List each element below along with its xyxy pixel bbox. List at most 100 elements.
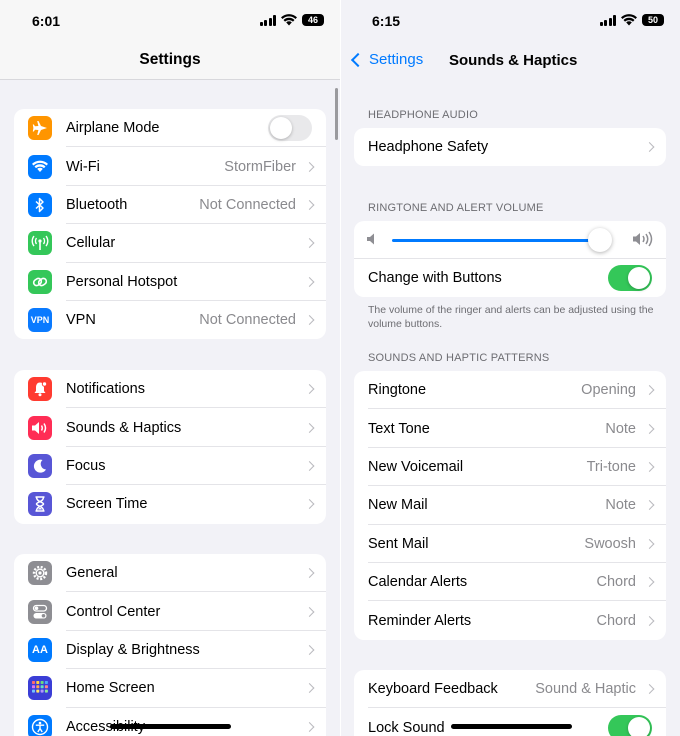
switches-icon	[28, 599, 52, 624]
row-value: Sound & Haptic	[535, 681, 636, 698]
settings-row-general[interactable]: General	[14, 554, 326, 593]
section-header-ringtone: RINGTONE AND ALERT VOLUME	[368, 202, 544, 214]
lock-sound-toggle[interactable]	[608, 714, 652, 736]
battery-icon: 50	[642, 14, 664, 26]
wifi-icon	[28, 154, 52, 179]
bell-icon	[28, 377, 52, 402]
settings-row-focus[interactable]: Focus	[14, 447, 326, 486]
bluetooth-icon	[28, 192, 52, 217]
vpn-icon: VPN	[28, 308, 52, 333]
row-value: Note	[605, 497, 636, 514]
settings-row-display-brightness[interactable]: AA Display & Brightness	[14, 631, 326, 670]
chevron-right-icon	[304, 683, 315, 694]
chevron-right-icon	[304, 422, 315, 433]
row-label: VPN	[66, 312, 96, 329]
moon-icon	[28, 453, 52, 478]
row-label: Home Screen	[66, 680, 155, 697]
row-value: Swoosh	[584, 535, 636, 552]
chevron-right-icon	[644, 462, 655, 472]
scroll-indicator[interactable]	[335, 88, 338, 140]
pattern-row-ringtone[interactable]: Ringtone Opening	[354, 371, 666, 410]
back-button[interactable]: Settings	[349, 51, 423, 68]
row-label: Change with Buttons	[368, 270, 502, 287]
lock-sound-row: Lock Sound	[354, 708, 666, 736]
row-label: Ringtone	[368, 382, 427, 399]
row-value: Not Connected	[199, 196, 296, 213]
home-indicator[interactable]	[110, 724, 231, 729]
chevron-right-icon	[644, 615, 655, 626]
row-value: Note	[605, 420, 636, 437]
settings-row-notifications[interactable]: Notifications	[14, 370, 326, 409]
wifi-status-icon	[281, 14, 297, 26]
row-label: Personal Hotspot	[66, 273, 178, 290]
settings-row-bluetooth[interactable]: Bluetooth Not Connected	[14, 186, 326, 225]
airplane-icon	[28, 116, 52, 141]
section-header-patterns: SOUNDS AND HAPTIC PATTERNS	[368, 352, 550, 364]
chevron-right-icon	[644, 385, 655, 396]
volume-slider[interactable]	[354, 221, 666, 259]
slider-knob[interactable]	[588, 228, 613, 252]
settings-row-accessibility[interactable]: Accessibility	[14, 708, 326, 736]
row-label: Notifications	[66, 381, 145, 398]
settings-row-airplane-mode[interactable]: Airplane Mode	[14, 109, 326, 148]
headphone-group: Headphone Safety	[354, 128, 666, 167]
chevron-right-icon	[644, 684, 655, 695]
chevron-right-icon	[304, 200, 315, 210]
row-label: Keyboard Feedback	[368, 681, 498, 698]
settings-row-screen-time[interactable]: Screen Time	[14, 485, 326, 523]
row-label: Display & Brightness	[66, 641, 200, 658]
status-bar: 6:15 50	[341, 0, 680, 42]
chevron-right-icon	[304, 238, 315, 249]
row-label: Sounds & Haptics	[66, 419, 182, 436]
pattern-row-reminder-alerts[interactable]: Reminder Alerts Chord	[354, 601, 666, 639]
slider-track[interactable]	[392, 239, 601, 242]
pattern-row-new-mail[interactable]: New Mail Note	[354, 486, 666, 525]
chevron-right-icon	[644, 500, 655, 511]
back-label: Settings	[369, 51, 424, 68]
notifications-group: Notifications Sounds & Haptics Focus Screen…	[14, 370, 326, 524]
row-label: Text Tone	[368, 420, 430, 437]
speaker-low-icon	[367, 233, 374, 245]
general-group: General Control Center AA Display & Brightn…	[14, 554, 326, 736]
row-label: Calendar Alerts	[368, 574, 468, 591]
row-value: Chord	[596, 612, 637, 629]
settings-row-home-screen[interactable]: Home Screen	[14, 669, 326, 708]
settings-row-cellular[interactable]: Cellular	[14, 224, 326, 263]
status-bar: 6:01 46	[0, 0, 340, 42]
keyboard-feedback-row[interactable]: Keyboard Feedback Sound & Haptic	[354, 670, 666, 709]
text-size-icon: AA	[28, 637, 52, 662]
change-with-buttons-toggle[interactable]	[608, 265, 652, 292]
status-icons: 46	[259, 14, 324, 26]
row-label: Cellular	[66, 235, 116, 252]
chevron-right-icon	[304, 315, 315, 326]
settings-row-wi-fi[interactable]: Wi-Fi StormFiber	[14, 147, 326, 186]
chevron-right-icon	[304, 645, 315, 655]
settings-row-vpn[interactable]: VPN VPN Not Connected	[14, 301, 326, 339]
settings-screen: 6:01 46 Settings Airplane Mode Wi-Fi Storm…	[0, 0, 340, 736]
home-indicator[interactable]	[451, 724, 572, 729]
cellular-signal-icon	[599, 14, 616, 26]
airplane-mode-toggle[interactable]	[268, 115, 312, 142]
settings-row-personal-hotspot[interactable]: Personal Hotspot	[14, 263, 326, 301]
settings-row-sounds-haptics[interactable]: Sounds & Haptics	[14, 408, 326, 447]
row-label: Screen Time	[66, 496, 148, 513]
headphone-safety-row[interactable]: Headphone Safety	[354, 128, 666, 166]
connectivity-group: Airplane Mode Wi-Fi StormFiber Bluetooth Not…	[14, 109, 326, 340]
accessibility-icon	[28, 714, 52, 736]
page-title: Sounds & Haptics	[449, 52, 578, 69]
chevron-right-icon	[304, 499, 315, 510]
settings-row-control-center[interactable]: Control Center	[14, 592, 326, 631]
battery-icon: 46	[302, 14, 324, 26]
row-value: StormFiber	[224, 158, 296, 175]
pattern-row-sent-mail[interactable]: Sent Mail Swoosh	[354, 525, 666, 563]
row-label: Lock Sound	[368, 719, 445, 736]
row-label: Sent Mail	[368, 535, 429, 552]
status-time: 6:15	[372, 13, 401, 29]
pattern-row-text-tone[interactable]: Text Tone Note	[354, 409, 666, 448]
pattern-row-calendar-alerts[interactable]: Calendar Alerts Chord	[354, 563, 666, 602]
row-label: New Mail	[368, 497, 428, 514]
gear-icon	[28, 561, 52, 586]
volume-group: Change with Buttons	[354, 221, 666, 298]
change-with-buttons-row: Change with Buttons	[354, 259, 666, 297]
pattern-row-new-voicemail[interactable]: New Voicemail Tri-tone	[354, 448, 666, 487]
